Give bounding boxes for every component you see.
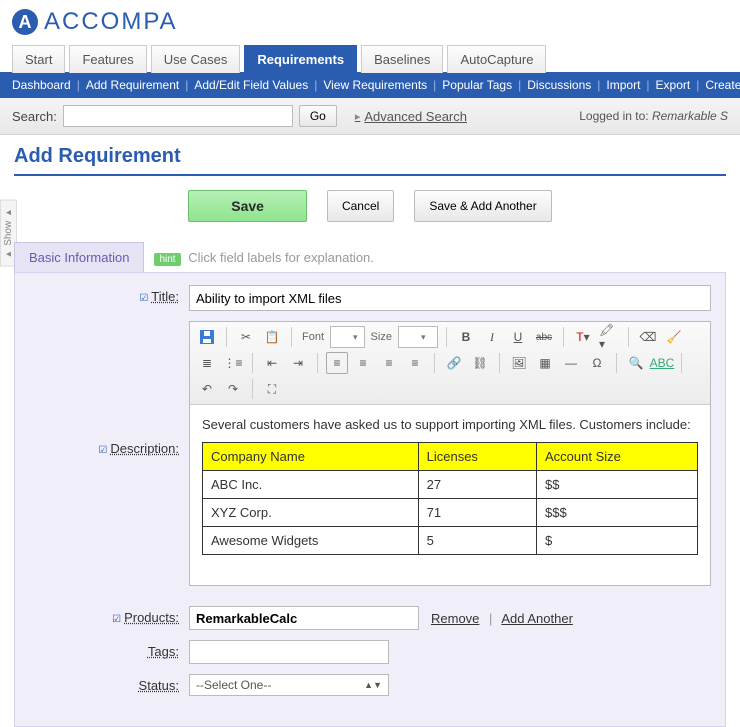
strike-icon[interactable]: abc [533, 326, 555, 348]
subnav-popular-tags[interactable]: Popular Tags [442, 78, 512, 92]
hint-row: hint Click field labels for explanation. [154, 250, 373, 265]
search-input[interactable] [63, 105, 293, 127]
highlight-icon[interactable]: 🖍▾ [598, 326, 620, 348]
paste-icon[interactable]: 📋 [261, 326, 283, 348]
remove-product-link[interactable]: Remove [431, 611, 479, 626]
description-intro: Several customers have asked us to suppo… [202, 417, 698, 432]
page-title: Add Requirement [0, 135, 740, 174]
table-row: XYZ Corp.71$$$ [203, 499, 698, 527]
subnav-create-docum[interactable]: Create Docum [705, 78, 740, 92]
size-label: Size [371, 331, 392, 343]
editor-content[interactable]: Several customers have asked us to suppo… [190, 405, 710, 585]
tab-baselines[interactable]: Baselines [361, 45, 443, 73]
products-input[interactable] [189, 606, 419, 630]
status-label[interactable]: Status: [139, 678, 179, 693]
image-icon[interactable]: 🖼 [508, 352, 530, 374]
action-row: Save Cancel Save & Add Another [0, 176, 740, 242]
justify-icon[interactable]: ≡ [404, 352, 426, 374]
subnav-view-requirements[interactable]: View Requirements [323, 78, 427, 92]
hint-badge: hint [154, 253, 180, 266]
tab-features[interactable]: Features [69, 45, 146, 73]
save-button[interactable]: Save [188, 190, 307, 222]
search-label: Search: [12, 109, 57, 124]
basic-info-panel: ☑Title: ☑Description: ✂ 📋 Font ▾ Size [14, 272, 726, 727]
customers-table: Company NameLicensesAccount SizeABC Inc.… [202, 442, 698, 555]
required-icon: ☑ [112, 614, 121, 625]
clear-format-icon[interactable]: ⌫ [637, 326, 659, 348]
tags-input[interactable] [189, 640, 389, 664]
logo-icon: A [12, 9, 38, 35]
table-row: ABC Inc.27$$ [203, 471, 698, 499]
link-icon[interactable]: 🔗 [443, 352, 465, 374]
table-icon[interactable]: ▦ [534, 352, 556, 374]
tab-start[interactable]: Start [12, 45, 65, 73]
advanced-search-link[interactable]: Advanced Search [355, 109, 467, 124]
subnav: Dashboard|Add Requirement|Add/Edit Field… [0, 72, 740, 98]
font-label: Font [302, 331, 324, 343]
spellcheck-icon[interactable]: ABC [651, 352, 673, 374]
align-left-icon[interactable]: ≡ [326, 352, 348, 374]
symbol-icon[interactable]: Ω [586, 352, 608, 374]
unlink-icon[interactable]: ⛓ [469, 352, 491, 374]
logged-in-text: Logged in to: Remarkable S [579, 109, 728, 123]
cancel-button[interactable]: Cancel [327, 190, 394, 222]
undo-icon[interactable]: ↶ [196, 378, 218, 400]
required-icon: ☑ [139, 293, 148, 304]
hr-icon[interactable]: — [560, 352, 582, 374]
add-product-link[interactable]: Add Another [501, 611, 573, 626]
brand-text: ACCOMPA [44, 8, 178, 36]
title-input[interactable] [189, 285, 711, 311]
main-tabs: StartFeaturesUse CasesRequirementsBaseli… [0, 40, 740, 72]
tab-use-cases[interactable]: Use Cases [151, 45, 241, 73]
size-select[interactable]: ▾ [398, 326, 438, 348]
text-color-icon[interactable]: T▾ [572, 326, 594, 348]
title-label[interactable]: Title: [151, 289, 179, 304]
eraser-icon[interactable]: 🧹 [663, 326, 685, 348]
products-label[interactable]: Products: [124, 610, 179, 625]
search-bar: Search: Go Advanced Search Logged in to:… [0, 98, 740, 135]
fullscreen-icon[interactable]: ⛶ [261, 378, 283, 400]
table-header: Account Size [537, 443, 698, 471]
rich-text-editor: ✂ 📋 Font ▾ Size ▾ B I U abc T▾ [189, 321, 711, 586]
save-icon[interactable] [196, 326, 218, 348]
align-center-icon[interactable]: ≡ [352, 352, 374, 374]
subnav-discussions[interactable]: Discussions [527, 78, 591, 92]
find-icon[interactable]: 🔍 [625, 352, 647, 374]
font-select[interactable]: ▾ [330, 326, 365, 348]
align-right-icon[interactable]: ≡ [378, 352, 400, 374]
subnav-export[interactable]: Export [656, 78, 691, 92]
table-header: Company Name [203, 443, 419, 471]
tab-requirements[interactable]: Requirements [244, 45, 357, 73]
go-button[interactable]: Go [299, 105, 337, 127]
italic-icon[interactable]: I [481, 326, 503, 348]
required-icon: ☑ [98, 445, 107, 456]
section-tab-basic-info[interactable]: Basic Information [14, 242, 144, 272]
bullet-list-icon[interactable]: ⋮≡ [222, 352, 244, 374]
brand-logo: A ACCOMPA [0, 0, 740, 40]
numbered-list-icon[interactable]: ≣ [196, 352, 218, 374]
cut-icon[interactable]: ✂ [235, 326, 257, 348]
subnav-add-requirement[interactable]: Add Requirement [86, 78, 179, 92]
subnav-import[interactable]: Import [606, 78, 640, 92]
subnav-dashboard[interactable]: Dashboard [12, 78, 71, 92]
table-row: Awesome Widgets5$ [203, 527, 698, 555]
status-select[interactable]: --Select One--▲▼ [189, 674, 389, 696]
outdent-icon[interactable]: ⇤ [261, 352, 283, 374]
indent-icon[interactable]: ⇥ [287, 352, 309, 374]
underline-icon[interactable]: U [507, 326, 529, 348]
tags-label[interactable]: Tags: [148, 644, 179, 659]
redo-icon[interactable]: ↷ [222, 378, 244, 400]
tab-autocapture[interactable]: AutoCapture [447, 45, 546, 73]
save-add-another-button[interactable]: Save & Add Another [414, 190, 551, 222]
table-header: Licenses [418, 443, 536, 471]
description-label[interactable]: Description: [110, 441, 179, 456]
subnav-add-edit-field-values[interactable]: Add/Edit Field Values [194, 78, 308, 92]
bold-icon[interactable]: B [455, 326, 477, 348]
editor-toolbar: ✂ 📋 Font ▾ Size ▾ B I U abc T▾ [190, 322, 710, 405]
hint-text: Click field labels for explanation. [188, 250, 374, 265]
